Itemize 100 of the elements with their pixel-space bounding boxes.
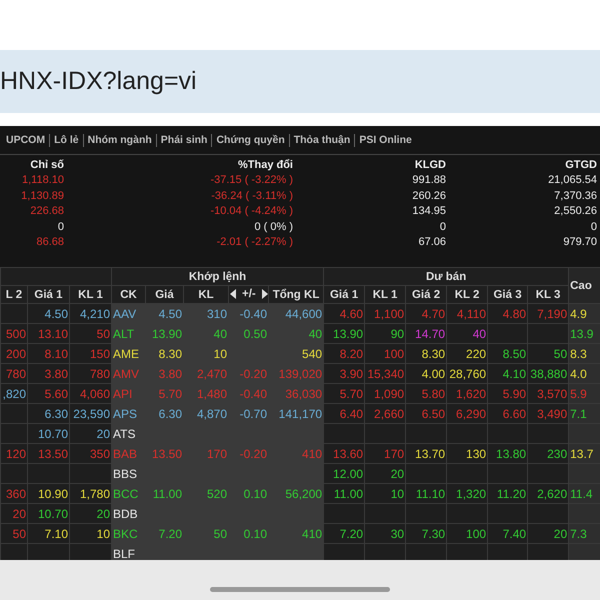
column-header: KL	[198, 288, 214, 300]
table-cell: 6.60	[502, 406, 526, 420]
table-cell: -0.20	[240, 446, 267, 460]
column-header: Giá	[155, 288, 174, 300]
table-cell: 4.0	[570, 366, 587, 380]
table-cell: 30	[390, 526, 404, 540]
table-cell: 11.00	[152, 486, 182, 500]
table-cell: 7.20	[158, 526, 182, 540]
table-cell: 7.20	[340, 526, 364, 540]
table-cell: 6.30	[158, 406, 182, 420]
table-cell: -0.70	[240, 406, 267, 420]
table-cell: 5.90	[502, 386, 526, 400]
table-cell: 13.50	[38, 446, 68, 460]
table-cell-text: 67.06	[417, 236, 446, 248]
column-header: L 2	[6, 288, 22, 300]
market-tab[interactable]: Phái sinh	[156, 134, 212, 146]
column-header: KL 1	[372, 288, 398, 300]
table-cell: 500	[6, 326, 26, 340]
table-cell: 0.50	[244, 326, 267, 340]
table-cell: 8.10	[44, 346, 68, 360]
column-header: Giá 3	[493, 288, 522, 300]
market-tab[interactable]: UPCOM	[2, 134, 50, 146]
table-cell: 4,210	[80, 306, 110, 320]
table-cell-text: 0	[438, 220, 446, 233]
table-cell: 2,620	[537, 486, 568, 500]
table-cell: 410	[302, 446, 322, 460]
table-cell: 20	[390, 466, 404, 480]
column-header: Giá 1	[34, 288, 63, 300]
table-cell: 1,480	[196, 386, 227, 400]
table-cell: 3.80	[44, 366, 68, 380]
group-header: Khớp lệnh	[188, 270, 246, 282]
table-cell: 10.70	[38, 506, 68, 520]
table-cell: 4.10	[502, 366, 526, 380]
table-cell: 10	[214, 346, 227, 360]
table-cell: 1,780	[80, 486, 110, 500]
table-cell: 200	[6, 346, 26, 360]
table-cell: 12.00	[333, 466, 364, 480]
table-cell: 13.90	[333, 326, 364, 340]
market-tab[interactable]: PSI Online	[355, 134, 416, 146]
column-header: Giá 2	[412, 288, 440, 300]
table-cell: 13.80	[496, 446, 526, 460]
table-cell: 50	[214, 526, 227, 540]
table-cell: 410	[302, 526, 322, 540]
table-cell: 1,090	[374, 386, 404, 400]
table-cell: 23,590	[73, 406, 110, 420]
table-cell: 56,200	[285, 486, 322, 500]
column-header: KL 1	[78, 288, 103, 300]
column-header: KLGD	[414, 158, 446, 171]
table-cell: 8.3	[570, 346, 587, 360]
table-cell: 50	[96, 326, 110, 340]
table-cell: 20	[96, 426, 110, 440]
table-cell: 780	[90, 366, 110, 380]
table-cell: 780	[6, 366, 26, 380]
table-cell: 10	[96, 526, 110, 540]
table-cell: 90	[390, 326, 404, 340]
table-cell: 40	[214, 326, 227, 340]
group-header: Dư bán	[426, 270, 466, 282]
right-arrow-icon[interactable]	[262, 288, 268, 298]
table-cell-text: 7,370.36	[553, 190, 597, 202]
address-bar[interactable]: HNX-IDX?lang=vi	[0, 50, 600, 113]
table-cell: 20	[554, 526, 568, 540]
table-cell: 0.10	[244, 526, 267, 540]
table-cell: 100	[466, 526, 486, 540]
table-cell: 4.60	[340, 306, 364, 320]
table-cell: 4.50	[44, 306, 68, 320]
table-cell-text: 86.68	[35, 236, 64, 248]
table-cell-text: 0	[590, 220, 597, 233]
table-cell-text: -10.04 ( -4.24% )	[209, 205, 293, 218]
table-cell: 10.70	[38, 426, 68, 440]
table-cell-text: -37.15 ( -3.22% )	[209, 174, 293, 186]
table-cell: 5.60	[44, 386, 68, 400]
url-text: HNX-IDX?lang=vi	[0, 67, 197, 96]
table-cell: 0.10	[244, 486, 267, 500]
table-cell: 8.30	[422, 346, 446, 360]
table-cell: 4.50	[158, 306, 182, 320]
table-cell: 8.30	[158, 346, 182, 360]
table-cell: 14.70	[415, 326, 446, 340]
table-cell: 36,030	[285, 386, 322, 400]
table-cell: 1,620	[456, 386, 486, 400]
table-cell-text: 134.95	[411, 205, 446, 218]
table-cell: 7.30	[422, 526, 446, 540]
table-cell: 150	[90, 346, 110, 360]
table-cell: 6.30	[44, 406, 68, 420]
table-cell: 7.40	[502, 526, 526, 540]
table-cell: 13.60	[333, 446, 364, 460]
table-cell: 6.40	[340, 406, 364, 420]
market-tab[interactable]: Chứng quyền	[212, 134, 289, 146]
table-cell: 11.20	[496, 486, 526, 500]
table-cell: 1,100	[374, 306, 404, 320]
table-cell-text: 2,550.26	[553, 205, 597, 218]
market-tab[interactable]: Lô lẻ	[50, 134, 83, 146]
table-cell: 4.70	[422, 306, 446, 320]
table-cell: 7.3	[570, 526, 587, 540]
column-header: +/-	[242, 288, 256, 300]
left-arrow-icon[interactable]	[230, 288, 236, 298]
market-tab[interactable]: Thỏa thuận	[290, 134, 354, 146]
table-cell: 40	[472, 326, 486, 340]
table-cell: 44,600	[285, 306, 322, 320]
table-cell: 2,470	[196, 366, 227, 380]
market-tab[interactable]: Nhóm ngành	[84, 134, 156, 146]
